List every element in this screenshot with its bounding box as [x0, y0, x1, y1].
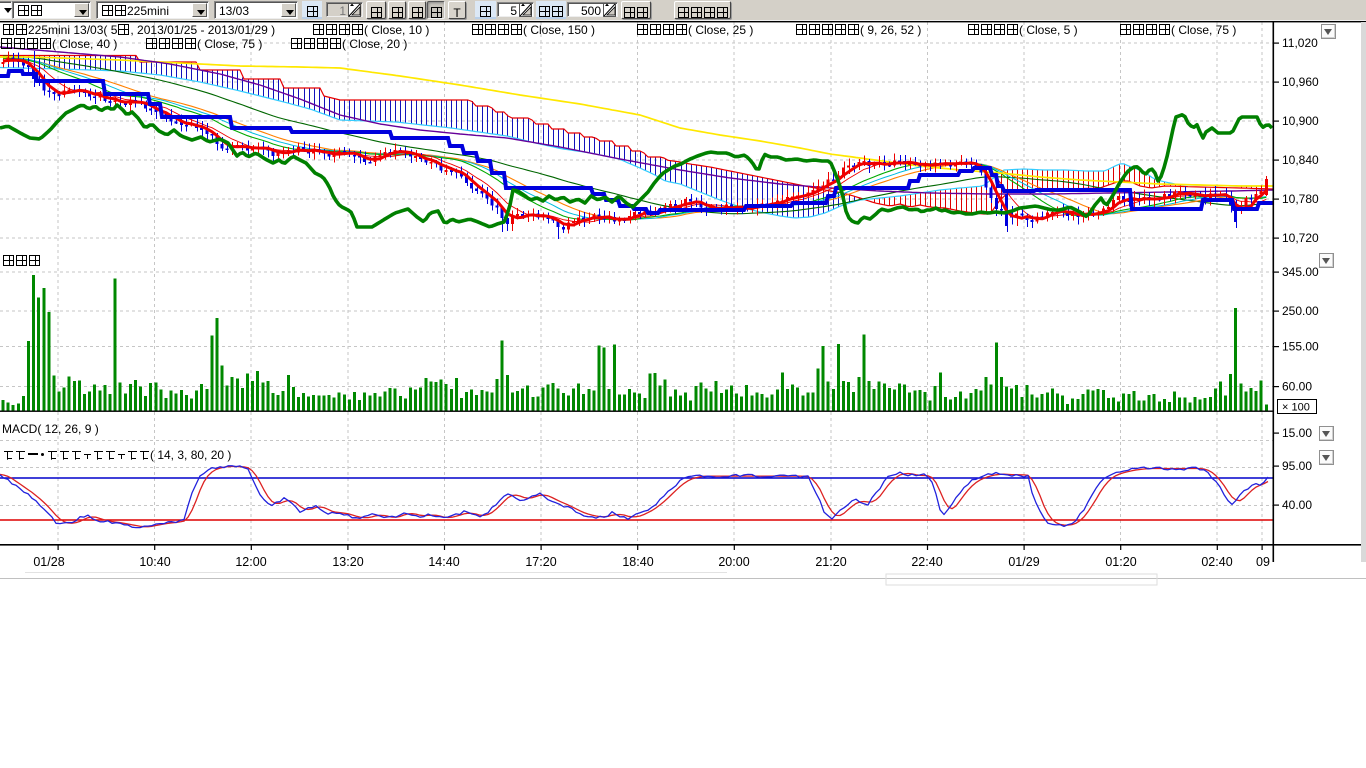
- svg-text:11,020: 11,020: [1282, 36, 1318, 50]
- svg-text:60.00: 60.00: [1282, 380, 1312, 394]
- svg-text:10,720: 10,720: [1282, 231, 1319, 245]
- svg-text:13:20: 13:20: [332, 555, 363, 569]
- svg-text:12:00: 12:00: [235, 555, 266, 569]
- svg-text:10:40: 10:40: [139, 555, 170, 569]
- svg-text:250.00: 250.00: [1282, 304, 1319, 318]
- svg-text:10,960: 10,960: [1282, 75, 1319, 89]
- svg-text:01:20: 01:20: [1105, 555, 1136, 569]
- svg-text:21:20: 21:20: [815, 555, 846, 569]
- svg-text:09: 09: [1256, 555, 1270, 569]
- svg-text:95.00: 95.00: [1282, 459, 1312, 473]
- svg-text:10,900: 10,900: [1282, 114, 1319, 128]
- svg-text:18:40: 18:40: [622, 555, 653, 569]
- svg-text:01/29: 01/29: [1008, 555, 1039, 569]
- svg-text:14:40: 14:40: [428, 555, 459, 569]
- svg-text:17:20: 17:20: [525, 555, 556, 569]
- svg-text:02:40: 02:40: [1201, 555, 1232, 569]
- svg-text:155.00: 155.00: [1282, 340, 1319, 354]
- svg-text:01/28: 01/28: [33, 555, 64, 569]
- svg-text:10,840: 10,840: [1282, 153, 1319, 167]
- svg-text:20:00: 20:00: [718, 555, 749, 569]
- svg-text:15.00: 15.00: [1282, 426, 1312, 440]
- svg-text:345.00: 345.00: [1282, 265, 1319, 279]
- svg-text:22:40: 22:40: [911, 555, 942, 569]
- svg-text:40.00: 40.00: [1282, 498, 1312, 512]
- svg-text:× 100: × 100: [1282, 402, 1310, 414]
- svg-text:10,780: 10,780: [1282, 192, 1319, 206]
